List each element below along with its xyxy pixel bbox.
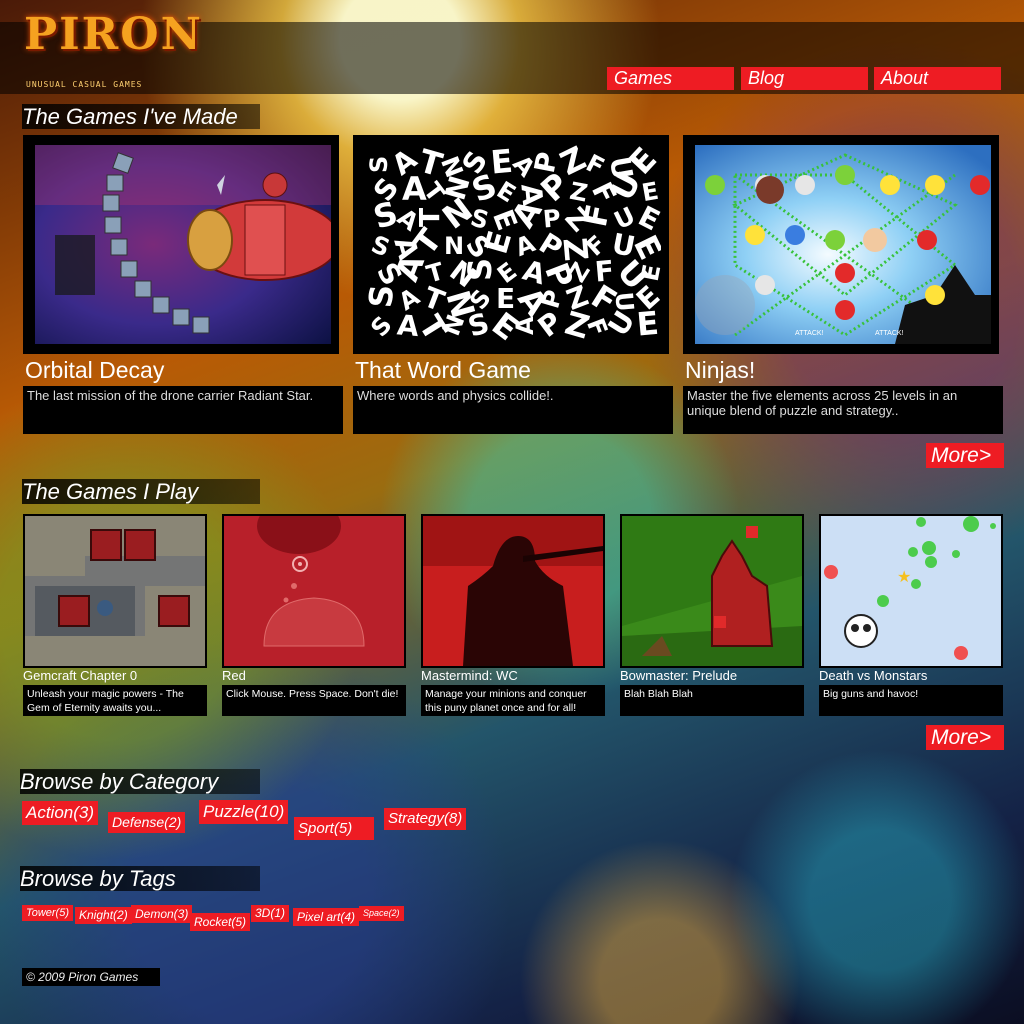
tag-demon[interactable]: Demon(3) <box>131 905 193 923</box>
svg-text:★: ★ <box>897 569 911 586</box>
tag-space[interactable]: Space(2) <box>359 906 404 921</box>
play-game-desc-bowmaster: Blah Blah Blah <box>620 685 804 716</box>
tag-rocket[interactable]: Rocket(5) <box>190 913 251 931</box>
bowmaster-screenshot <box>622 516 802 666</box>
made-game-title-orbital-decay[interactable]: Orbital Decay <box>25 356 164 384</box>
play-game-title-gemcraft[interactable]: Gemcraft Chapter 0 <box>23 669 137 683</box>
made-game-desc-orbital-decay: The last mission of the drone carrier Ra… <box>23 386 343 434</box>
red-screenshot <box>224 516 404 666</box>
play-game-title-death-vs-monstars[interactable]: Death vs Monstars <box>819 669 927 683</box>
ninja-attack-left: ATTACK! <box>795 330 824 337</box>
tag-knight[interactable]: Knight(2) <box>75 907 132 924</box>
play-game-desc-death-vs-monstars: Big guns and havoc! <box>819 685 1003 716</box>
play-game-title-bowmaster[interactable]: Bowmaster: Prelude <box>620 669 737 683</box>
more-played-games-button[interactable]: More> <box>926 725 1004 750</box>
play-game-thumb-death-vs-monstars[interactable]: ★ <box>819 514 1003 668</box>
play-game-desc-red: Click Mouse. Press Space. Don't die! <box>222 685 406 716</box>
category-defense[interactable]: Defense(2) <box>108 812 186 833</box>
word-game-letter: E <box>489 145 514 182</box>
ninjas-screenshot: ATTACK! ATTACK! <box>695 145 991 344</box>
more-made-games-button[interactable]: More> <box>926 443 1004 468</box>
nav-games[interactable]: Games <box>607 67 734 90</box>
play-game-title-mastermind[interactable]: Mastermind: WC <box>421 669 518 683</box>
nav-blog[interactable]: Blog <box>741 67 868 90</box>
play-game-thumb-red[interactable] <box>222 514 406 668</box>
play-game-thumb-gemcraft[interactable] <box>23 514 207 668</box>
made-game-thumb-ninjas[interactable]: ATTACK! ATTACK! <box>683 135 999 354</box>
made-game-desc-word-game: Where words and physics collide!. <box>353 386 673 434</box>
site-logo[interactable]: PIRON <box>24 10 203 60</box>
word-game-screenshot: SATNSEAPZFUESATNSEAPZFUESATNSEAPZFUESATN… <box>365 145 661 344</box>
made-game-thumb-orbital-decay[interactable] <box>23 135 339 354</box>
death-vs-monstars-screenshot: ★ <box>821 516 1001 666</box>
word-game-letter: E <box>635 304 660 344</box>
category-strategy[interactable]: Strategy(8) <box>384 808 467 830</box>
made-game-title-ninjas[interactable]: Ninjas! <box>685 356 755 384</box>
category-puzzle[interactable]: Puzzle(10) <box>199 800 289 824</box>
made-game-title-word-game[interactable]: That Word Game <box>355 356 531 384</box>
ninja-attack-right: ATTACK! <box>875 330 904 337</box>
nav-about[interactable]: About <box>874 67 1001 90</box>
tag-tower[interactable]: Tower(5) <box>22 905 73 921</box>
play-game-title-red[interactable]: Red <box>222 669 246 683</box>
play-game-thumb-mastermind[interactable] <box>421 514 605 668</box>
orbital-decay-screenshot <box>35 145 331 344</box>
mastermind-screenshot <box>423 516 603 666</box>
play-game-desc-gemcraft: Unleash your magic powers - The Gem of E… <box>23 685 207 716</box>
section-title-made: The Games I've Made <box>22 104 260 129</box>
footer-copyright: © 2009 Piron Games <box>22 968 160 986</box>
play-game-desc-mastermind: Manage your minions and conquer this pun… <box>421 685 605 716</box>
gemcraft-screenshot <box>25 516 205 666</box>
section-title-play: The Games I Play <box>22 479 260 504</box>
made-game-desc-ninjas: Master the five elements across 25 level… <box>683 386 1003 434</box>
made-game-thumb-word-game[interactable]: SATNSEAPZFUESATNSEAPZFUESATNSEAPZFUESATN… <box>353 135 669 354</box>
category-action[interactable]: Action(3) <box>22 801 99 825</box>
tag-3d[interactable]: 3D(1) <box>251 905 290 922</box>
site-tagline: UNUSUAL CASUAL GAMES <box>26 80 143 89</box>
section-title-category: Browse by Category <box>20 769 260 794</box>
tag-pixel-art[interactable]: Pixel art(4) <box>293 908 360 926</box>
section-title-tags: Browse by Tags <box>20 866 260 891</box>
play-game-thumb-bowmaster[interactable] <box>620 514 804 668</box>
category-sport[interactable]: Sport(5) <box>294 817 374 840</box>
